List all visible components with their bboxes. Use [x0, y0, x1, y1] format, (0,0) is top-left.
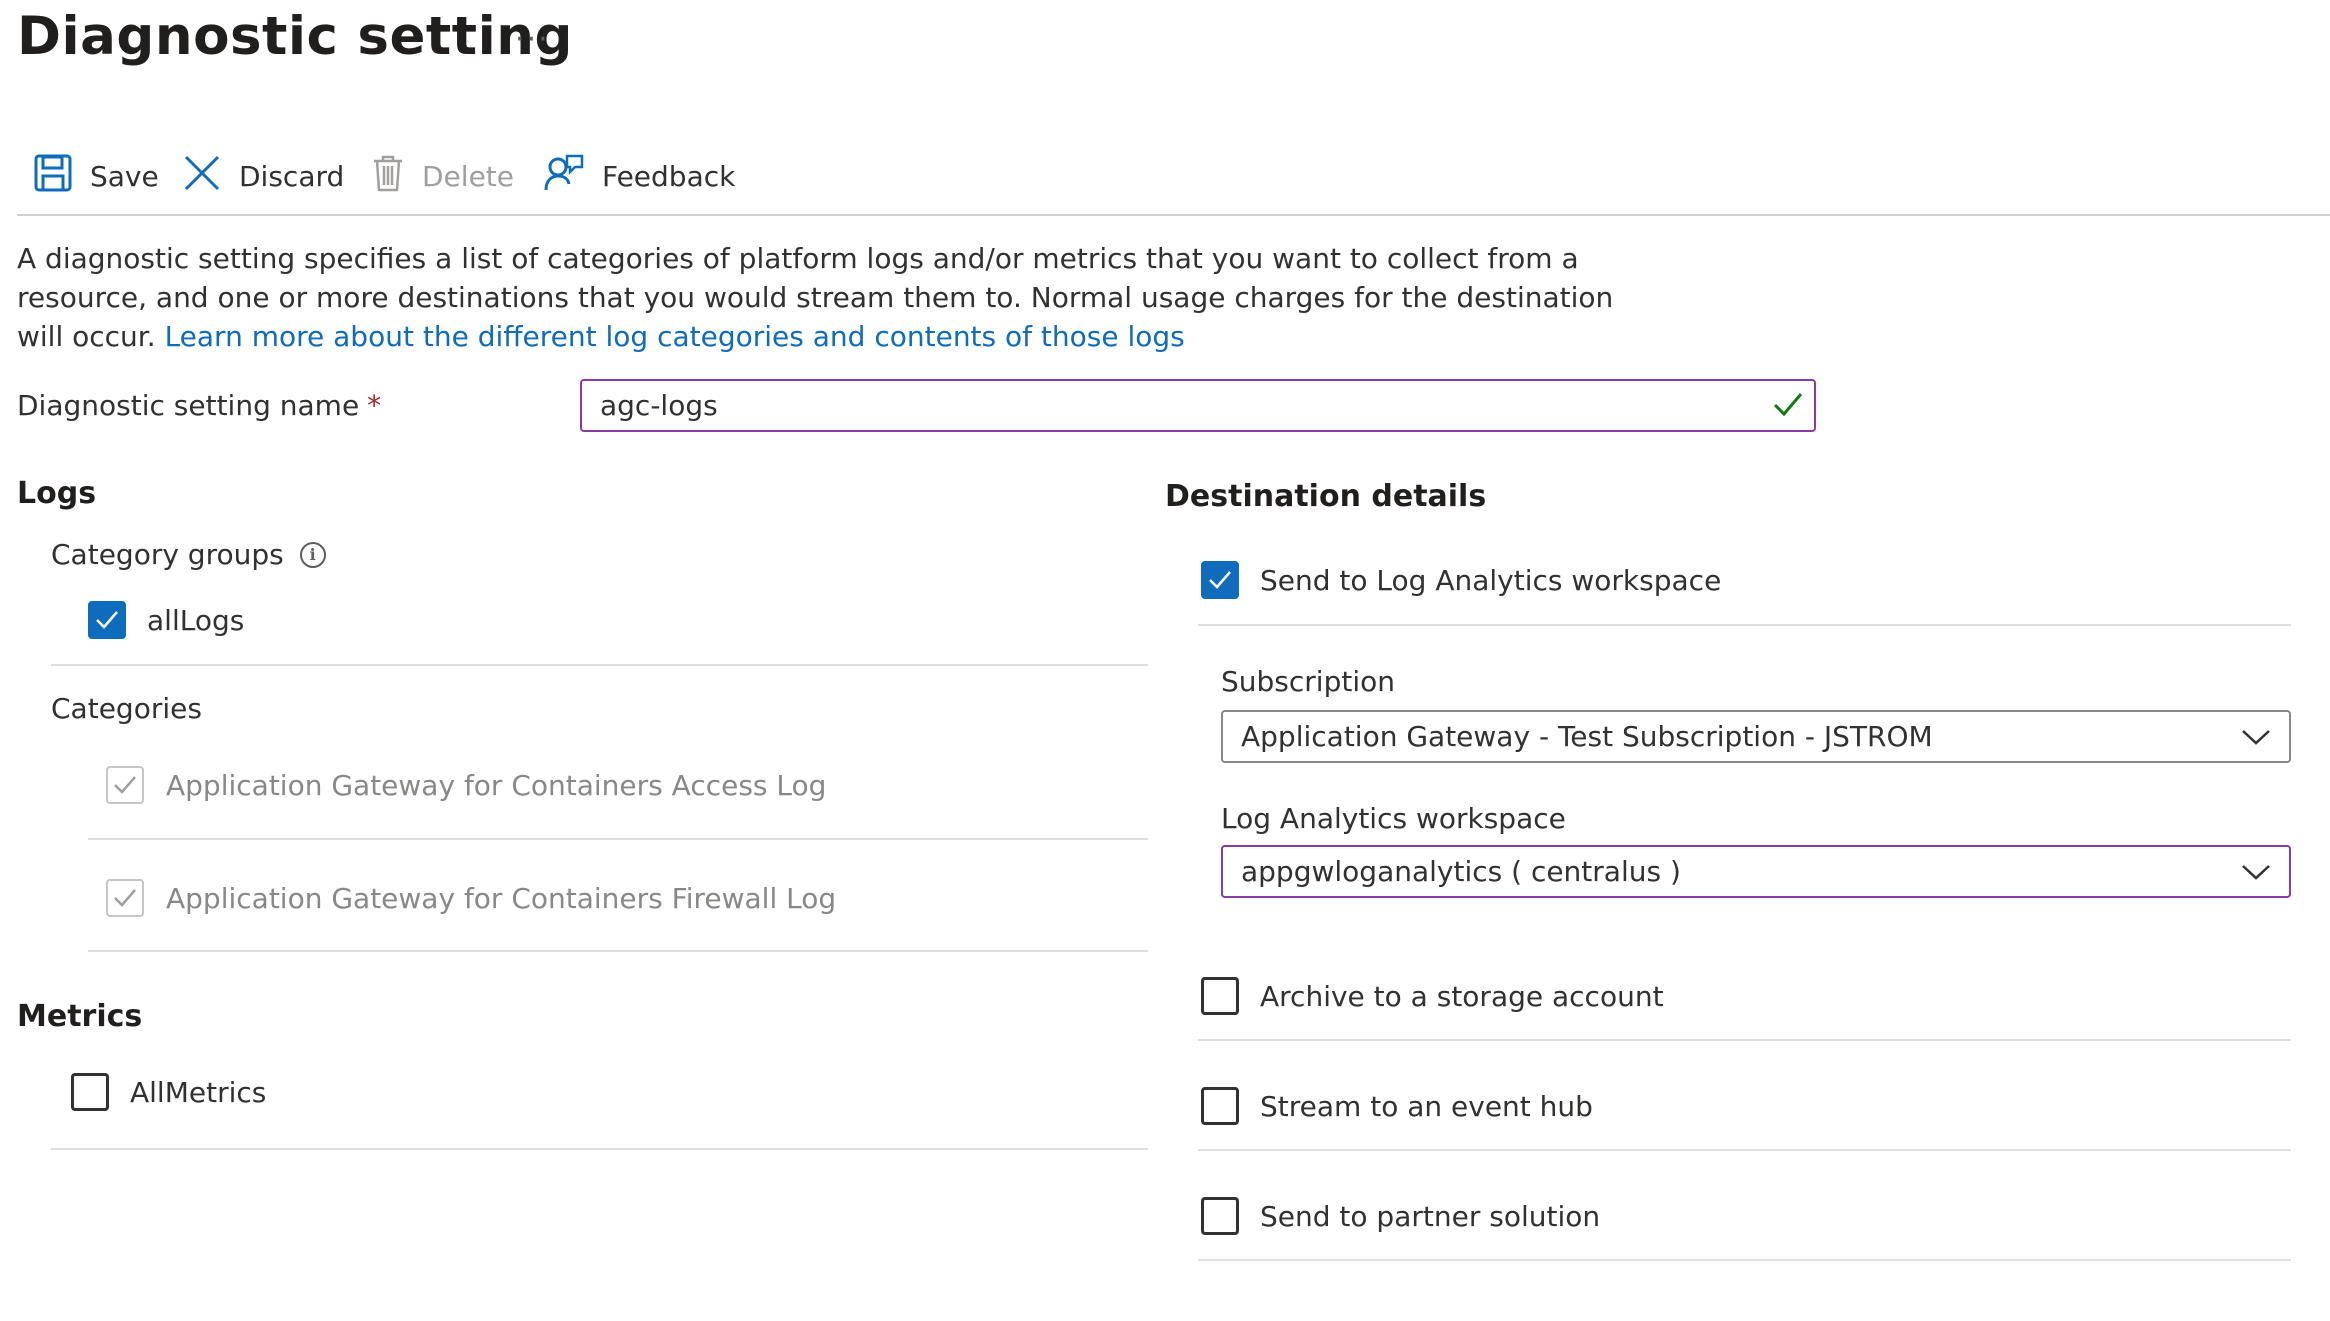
setting-name-label: Diagnostic setting name * [17, 389, 381, 422]
subscription-label: Subscription [1221, 665, 1395, 698]
all-logs-label: allLogs [147, 603, 245, 637]
categories-label: Categories [51, 692, 202, 725]
category-groups-label: Category groups i [51, 538, 326, 571]
divider [88, 950, 1148, 952]
required-marker: * [367, 389, 382, 422]
destination-heading: Destination details [1165, 479, 1487, 514]
checkmark-icon [1772, 389, 1804, 423]
info-icon[interactable]: i [299, 541, 326, 568]
delete-button[interactable]: Delete [372, 150, 514, 202]
close-icon [183, 154, 239, 199]
category-item[interactable]: Application Gateway for Containers Firew… [106, 879, 836, 917]
divider [88, 838, 1148, 840]
metrics-heading: Metrics [17, 999, 143, 1034]
category-groups-text: Category groups [51, 538, 284, 571]
divider [1198, 1039, 2291, 1041]
divider [1198, 1149, 2291, 1151]
log-analytics-option[interactable]: Send to Log Analytics workspace [1201, 561, 1721, 599]
feedback-icon [544, 153, 602, 200]
divider [51, 664, 1148, 666]
event-hub-label: Stream to an event hub [1260, 1089, 1593, 1123]
access-log-checkbox[interactable] [106, 766, 144, 804]
firewall-log-label: Application Gateway for Containers Firew… [166, 881, 837, 915]
event-hub-checkbox[interactable] [1201, 1087, 1239, 1125]
all-metrics-checkbox[interactable] [71, 1073, 109, 1111]
log-analytics-checkbox[interactable] [1201, 561, 1239, 599]
discard-label: Discard [239, 159, 345, 193]
delete-label: Delete [422, 159, 514, 193]
divider [1198, 624, 2291, 626]
category-item[interactable]: Application Gateway for Containers Acces… [106, 766, 826, 804]
subscription-dropdown[interactable]: Application Gateway - Test Subscription … [1221, 710, 2291, 763]
storage-checkbox[interactable] [1201, 977, 1239, 1015]
toolbar-divider [17, 214, 2330, 216]
discard-button[interactable]: Discard [183, 150, 344, 202]
partner-checkbox[interactable] [1201, 1197, 1239, 1235]
workspace-value: appgwloganalytics ( centralus ) [1241, 855, 1681, 888]
all-metrics-option[interactable]: AllMetrics [71, 1073, 266, 1111]
save-label: Save [90, 159, 159, 193]
trash-icon [372, 154, 422, 199]
divider [1198, 1259, 2291, 1261]
chevron-down-icon [2241, 855, 2271, 888]
feedback-label: Feedback [602, 159, 736, 193]
logs-heading: Logs [17, 476, 97, 511]
setting-name-label-text: Diagnostic setting name [17, 389, 360, 422]
divider [51, 1148, 1148, 1150]
storage-option[interactable]: Archive to a storage account [1201, 977, 1664, 1015]
all-logs-option[interactable]: allLogs [88, 601, 244, 639]
save-button[interactable]: Save [34, 150, 159, 202]
description: A diagnostic setting specifies a list of… [17, 239, 1637, 356]
log-analytics-label: Send to Log Analytics workspace [1260, 563, 1722, 597]
partner-option[interactable]: Send to partner solution [1201, 1197, 1600, 1235]
subscription-value: Application Gateway - Test Subscription … [1241, 720, 1933, 753]
save-icon [34, 154, 90, 199]
partner-label: Send to partner solution [1260, 1199, 1601, 1233]
event-hub-option[interactable]: Stream to an event hub [1201, 1087, 1593, 1125]
workspace-label: Log Analytics workspace [1221, 802, 1566, 835]
learn-more-link[interactable]: Learn more about the different log categ… [165, 320, 1185, 353]
workspace-dropdown[interactable]: appgwloganalytics ( centralus ) [1221, 845, 2291, 898]
chevron-down-icon [2241, 720, 2271, 753]
all-metrics-label: AllMetrics [130, 1075, 267, 1109]
feedback-button[interactable]: Feedback [544, 150, 735, 202]
access-log-label: Application Gateway for Containers Acces… [166, 768, 827, 802]
more-options-icon[interactable]: ··· [515, 22, 550, 57]
firewall-log-checkbox[interactable] [106, 879, 144, 917]
setting-name-input[interactable] [580, 379, 1816, 432]
page-title: Diagnostic setting [17, 6, 573, 67]
all-logs-checkbox[interactable] [88, 601, 126, 639]
storage-label: Archive to a storage account [1260, 979, 1664, 1013]
